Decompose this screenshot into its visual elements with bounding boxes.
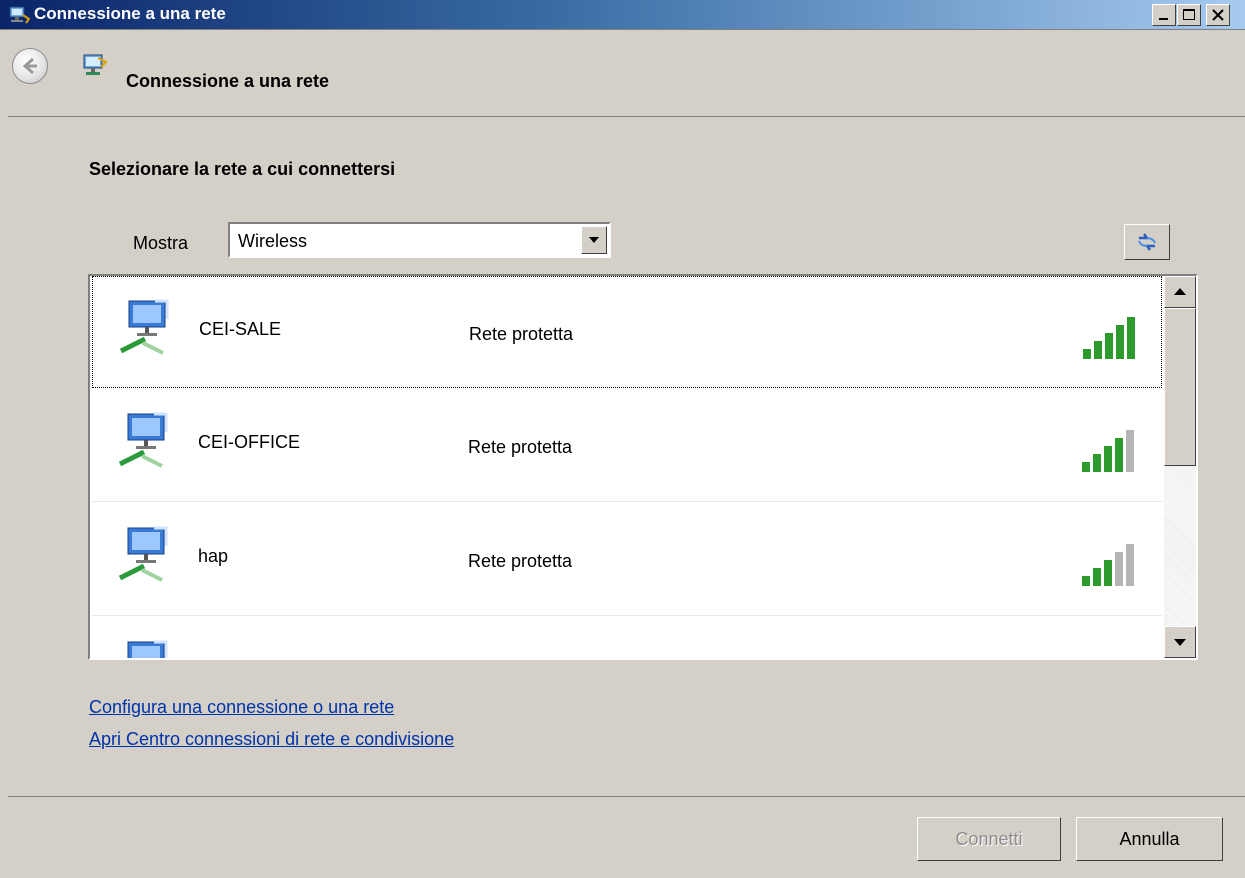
network-status: Rete protetta [468, 437, 573, 457]
maximize-button[interactable] [1177, 4, 1201, 26]
network-name: CEI-OFFICE [198, 432, 300, 452]
network-center-link[interactable]: Apri Centro connessioni di rete e condiv… [89, 729, 454, 750]
wireless-network-icon [127, 640, 168, 658]
arrow-up-icon [1174, 288, 1186, 295]
network-connect-icon [83, 54, 108, 75]
section-heading: Selezionare la rete a cui connettersi [89, 159, 396, 179]
network-connect-icon [9, 6, 30, 24]
signal-strength-icon [1082, 430, 1134, 472]
signal-bar [1104, 560, 1112, 586]
network-status: Rete protetta [468, 551, 573, 571]
network-row[interactable]: CEI-OFFICE Rete protetta [92, 390, 1162, 502]
connect-button[interactable]: Connetti [917, 817, 1061, 861]
signal-bar [1093, 568, 1101, 586]
signal-bar [1126, 544, 1134, 586]
wireless-network-icon [118, 412, 168, 468]
signal-bar [1083, 349, 1091, 359]
maximize-icon [1183, 9, 1195, 20]
close-icon [1212, 9, 1224, 21]
page-title: Connessione a una rete [126, 71, 330, 91]
signal-bar [1126, 658, 1134, 660]
back-button[interactable] [12, 48, 48, 84]
scroll-thumb[interactable] [1164, 308, 1196, 466]
network-name: CEI-SALE [199, 319, 282, 339]
back-arrow-icon [22, 57, 37, 75]
signal-bar [1082, 462, 1090, 472]
scroll-up-button[interactable] [1164, 276, 1196, 308]
signal-bar [1126, 430, 1134, 472]
signal-strength-icon [1082, 544, 1134, 586]
show-dropdown-value: Wireless [238, 231, 308, 251]
scrollbar[interactable] [1164, 276, 1196, 658]
signal-bar [1127, 317, 1135, 359]
window-title: Connessione a una rete [34, 4, 226, 23]
signal-bar [1104, 446, 1112, 472]
close-button[interactable] [1206, 4, 1230, 26]
network-row[interactable]: CEI-SALE Rete protetta [92, 276, 1162, 388]
setup-connection-link[interactable]: Configura una connessione o una rete [89, 697, 394, 718]
cancel-button[interactable]: Annulla [1076, 817, 1223, 861]
minimize-button[interactable] [1152, 4, 1176, 26]
wireless-network-icon [118, 526, 168, 582]
network-status: Rete protetta [469, 324, 574, 344]
signal-bar [1115, 552, 1123, 586]
signal-bar [1116, 325, 1124, 359]
signal-bar [1115, 438, 1123, 472]
network-name: hap [198, 546, 229, 566]
dropdown-button[interactable] [581, 226, 607, 254]
signal-strength-icon [1083, 317, 1135, 359]
refresh-button[interactable] [1124, 224, 1170, 260]
signal-bar [1105, 333, 1113, 359]
chevron-down-icon [589, 237, 599, 243]
show-dropdown[interactable]: Wireless [228, 222, 611, 258]
title-bar: Connessione a una rete [0, 0, 1245, 30]
signal-strength-icon [1080, 646, 1140, 660]
network-row[interactable]: hap Rete protetta [92, 504, 1162, 616]
network-list: CEI-SALE Rete protetta CEI-OFFICE Rete prot… [88, 274, 1198, 660]
network-row[interactable] [92, 618, 1162, 660]
wireless-network-icon [119, 299, 169, 355]
minimize-icon [1159, 18, 1168, 20]
signal-bar [1082, 576, 1090, 586]
signal-bar [1094, 341, 1102, 359]
show-label: Mostra [133, 233, 189, 253]
refresh-icon [1138, 233, 1156, 251]
scroll-down-button[interactable] [1164, 626, 1196, 658]
arrow-down-icon [1174, 639, 1186, 646]
signal-bar [1093, 454, 1101, 472]
